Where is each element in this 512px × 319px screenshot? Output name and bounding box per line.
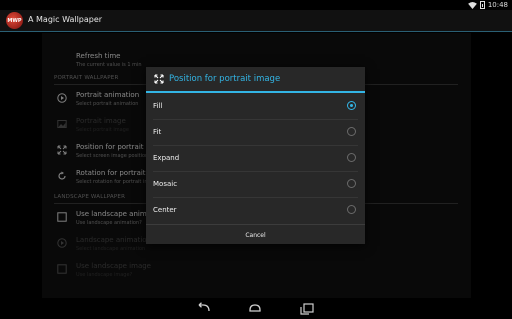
option-expand[interactable]: Expand	[146, 145, 365, 171]
back-icon[interactable]	[196, 302, 212, 315]
navigation-bar	[0, 298, 512, 319]
option-fill[interactable]: Fill	[146, 93, 365, 119]
wifi-icon	[467, 1, 477, 9]
option-fit[interactable]: Fit	[146, 119, 365, 145]
home-icon[interactable]	[247, 302, 263, 315]
radio-button[interactable]	[347, 101, 356, 110]
app-title: A Magic Wallpaper	[28, 15, 103, 24]
app-logo[interactable]: MWP	[6, 12, 23, 29]
status-time: 10:48	[487, 1, 508, 9]
radio-button[interactable]	[347, 205, 356, 214]
radio-button[interactable]	[347, 179, 356, 188]
option-label: Expand	[153, 154, 180, 162]
recent-apps-icon[interactable]	[299, 302, 315, 315]
status-icons: 10:48	[467, 0, 508, 10]
option-mosaic[interactable]: Mosaic	[146, 171, 365, 197]
action-bar: MWP A Magic Wallpaper	[0, 10, 512, 32]
dialog-header: Position for portrait image	[146, 67, 365, 92]
option-label: Fit	[153, 128, 162, 136]
app-logo-text: MWP	[7, 17, 22, 24]
dialog-title: Position for portrait image	[169, 74, 281, 84]
dialog-button-bar: Cancel	[146, 224, 365, 244]
option-label: Mosaic	[153, 180, 178, 188]
position-dialog: Position for portrait image Fill Fit Exp…	[146, 67, 365, 244]
battery-icon	[479, 1, 485, 9]
option-label: Center	[153, 206, 177, 214]
radio-button[interactable]	[347, 153, 356, 162]
cancel-button[interactable]: Cancel	[146, 225, 365, 245]
expand-icon	[154, 74, 164, 84]
option-center[interactable]: Center	[146, 197, 365, 223]
status-bar: 10:48	[0, 0, 512, 10]
radio-button[interactable]	[347, 127, 356, 136]
option-label: Fill	[153, 102, 163, 110]
